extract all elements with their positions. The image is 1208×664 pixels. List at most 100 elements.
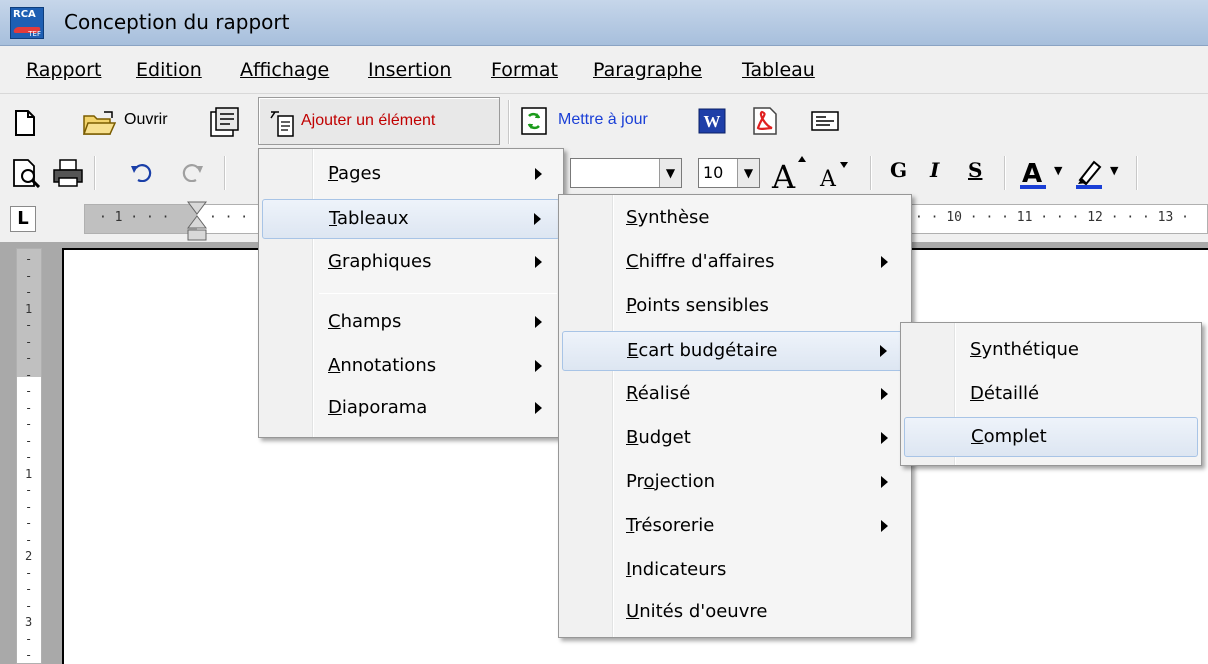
menu-affichage[interactable]: Affichage [240, 59, 329, 81]
ruler-ticks: · · · [209, 210, 249, 225]
submenu-arrow-icon [535, 360, 542, 372]
submenu-arrow-icon [535, 402, 542, 414]
ruler-label: 11 [1016, 210, 1033, 225]
indent-marker-icon[interactable] [186, 200, 208, 244]
ruler-label: 10 [946, 210, 962, 225]
underline-button[interactable]: S [968, 158, 982, 182]
submenu-arrow-icon [881, 256, 888, 268]
submenu-arrow-icon [881, 476, 888, 488]
menu-item-label: Synthèse [626, 207, 710, 228]
chevron-down-icon[interactable]: ▼ [1054, 164, 1062, 177]
toolbar-separator [870, 156, 872, 190]
menu-item-detaille[interactable]: Détaillé [904, 375, 1198, 415]
italic-button[interactable]: I [930, 158, 939, 182]
menu-item-champs[interactable]: Champs [262, 303, 560, 343]
add-element-icon [270, 111, 294, 137]
new-document-icon[interactable] [14, 110, 36, 136]
menu-item-label: Synthétique [970, 339, 1080, 360]
font-name-combo[interactable]: ▼ [570, 158, 682, 188]
menu-separator [319, 293, 557, 294]
menu-item-label: Trésorerie [626, 515, 715, 536]
menu-item-diaporama[interactable]: Diaporama [262, 389, 560, 429]
add-element-button[interactable]: Ajouter un élément [258, 97, 500, 145]
menu-item-label: Budget [626, 427, 691, 448]
menu-item-tresorerie[interactable]: Trésorerie [562, 507, 908, 547]
ruler-label: 3 [25, 615, 33, 629]
menu-item-pages[interactable]: Pages [262, 155, 560, 195]
menu-paragraphe-label: Paragraphe [593, 59, 703, 81]
tab-stop-selector[interactable]: L [10, 206, 36, 232]
open-folder-icon[interactable] [82, 110, 116, 136]
ruler-ticks: · · 10 · · · 11 · · · 12 · · · 13 · [915, 210, 1189, 225]
menu-item-projection[interactable]: Projection [562, 463, 908, 503]
submenu-arrow-icon [881, 520, 888, 532]
properties-icon[interactable] [208, 106, 240, 138]
menu-item-label: Pages [328, 163, 381, 184]
toolbar-separator [224, 156, 226, 190]
menu-paragraphe[interactable]: Paragraphe [593, 59, 702, 81]
menu-item-annotations[interactable]: Annotations [262, 347, 560, 387]
tableaux-submenu: Synthèse Chiffre d'affaires Points sensi… [558, 194, 912, 638]
menu-edition[interactable]: Edition [136, 59, 202, 81]
submenu-arrow-icon [881, 432, 888, 444]
grow-font-icon[interactable]: A [770, 154, 810, 192]
menu-item-graphiques[interactable]: Graphiques [262, 243, 560, 283]
menu-insertion[interactable]: Insertion [368, 59, 451, 81]
pdf-export-icon[interactable] [750, 106, 780, 136]
highlight-icon[interactable] [1074, 158, 1104, 190]
menu-item-label: Unités d'oeuvre [626, 601, 768, 622]
font-size-combo[interactable]: 10 ▼ [698, 158, 760, 188]
open-button[interactable]: Ouvrir [124, 111, 168, 129]
menu-item-synthetique[interactable]: Synthétique [904, 331, 1198, 371]
ruler-label: 12 [1087, 210, 1103, 225]
chevron-down-icon[interactable]: ▼ [1110, 164, 1118, 177]
ruler-label: 1 [25, 466, 33, 481]
chevron-down-icon[interactable]: ▼ [737, 159, 759, 187]
menu-rapport[interactable]: Rapport [26, 59, 101, 81]
format-toolbar: ▼ 10 ▼ A A G I S A ▼ ▼ [0, 152, 1208, 196]
menu-bar: Rapport Edition Affichage Insertion Form… [0, 46, 1208, 94]
menu-item-ecart-budgetaire[interactable]: Ecart budgétaire [562, 331, 908, 371]
redo-icon[interactable] [180, 164, 204, 182]
ruler-ticks: ---1---------1----2---3-- [25, 252, 33, 662]
add-element-label: Ajouter un élément [301, 112, 436, 129]
menu-item-indicateurs[interactable]: Indicateurs [562, 551, 908, 591]
menu-item-points-sensibles[interactable]: Points sensibles [562, 287, 908, 327]
word-export-icon[interactable]: W [698, 108, 726, 134]
shrink-font-icon[interactable]: A [818, 160, 850, 190]
menu-item-realise[interactable]: Réalisé [562, 375, 908, 415]
bold-button[interactable]: G [890, 158, 907, 182]
refresh-icon[interactable] [520, 106, 548, 136]
menu-item-chiffre-affaires[interactable]: Chiffre d'affaires [562, 243, 908, 283]
menu-item-label: Complet [971, 426, 1047, 447]
menu-item-budget[interactable]: Budget [562, 419, 908, 459]
font-color-icon[interactable]: A [1018, 158, 1048, 190]
undo-icon[interactable] [130, 164, 154, 182]
svg-text:A: A [771, 158, 796, 192]
submenu-arrow-icon [880, 345, 887, 357]
email-icon[interactable] [810, 110, 840, 132]
update-button[interactable]: Mettre à jour [558, 111, 648, 129]
print-preview-icon[interactable] [12, 158, 42, 188]
menu-item-unites-oeuvre[interactable]: Unités d'oeuvre [562, 593, 908, 633]
menu-tableau[interactable]: Tableau [742, 59, 815, 81]
menu-item-label: Projection [626, 471, 716, 492]
menu-item-complet[interactable]: Complet [904, 417, 1198, 457]
app-logo-text: RCA [13, 9, 36, 20]
menu-item-tableaux[interactable]: Tableaux [262, 199, 560, 239]
vertical-ruler[interactable]: ---1---------1----2---3-- [16, 248, 42, 664]
ecart-budgetaire-submenu: Synthétique Détaillé Complet [900, 322, 1202, 466]
menu-item-label: Graphiques [328, 251, 432, 272]
chevron-down-icon[interactable]: ▼ [659, 159, 681, 187]
menu-item-label: Indicateurs [626, 559, 727, 580]
menu-format-label: Format [491, 59, 558, 81]
menu-item-label: Points sensibles [626, 295, 769, 316]
ruler-label: 13 [1157, 210, 1174, 225]
menu-edition-label: Edition [136, 59, 202, 81]
menu-insertion-label: Insertion [368, 59, 452, 81]
menu-format[interactable]: Format [491, 59, 558, 81]
menu-item-label: Tableaux [329, 208, 409, 229]
window-title: Conception du rapport [64, 10, 290, 34]
menu-item-synthese[interactable]: Synthèse [562, 199, 908, 239]
printer-icon[interactable] [52, 158, 84, 188]
